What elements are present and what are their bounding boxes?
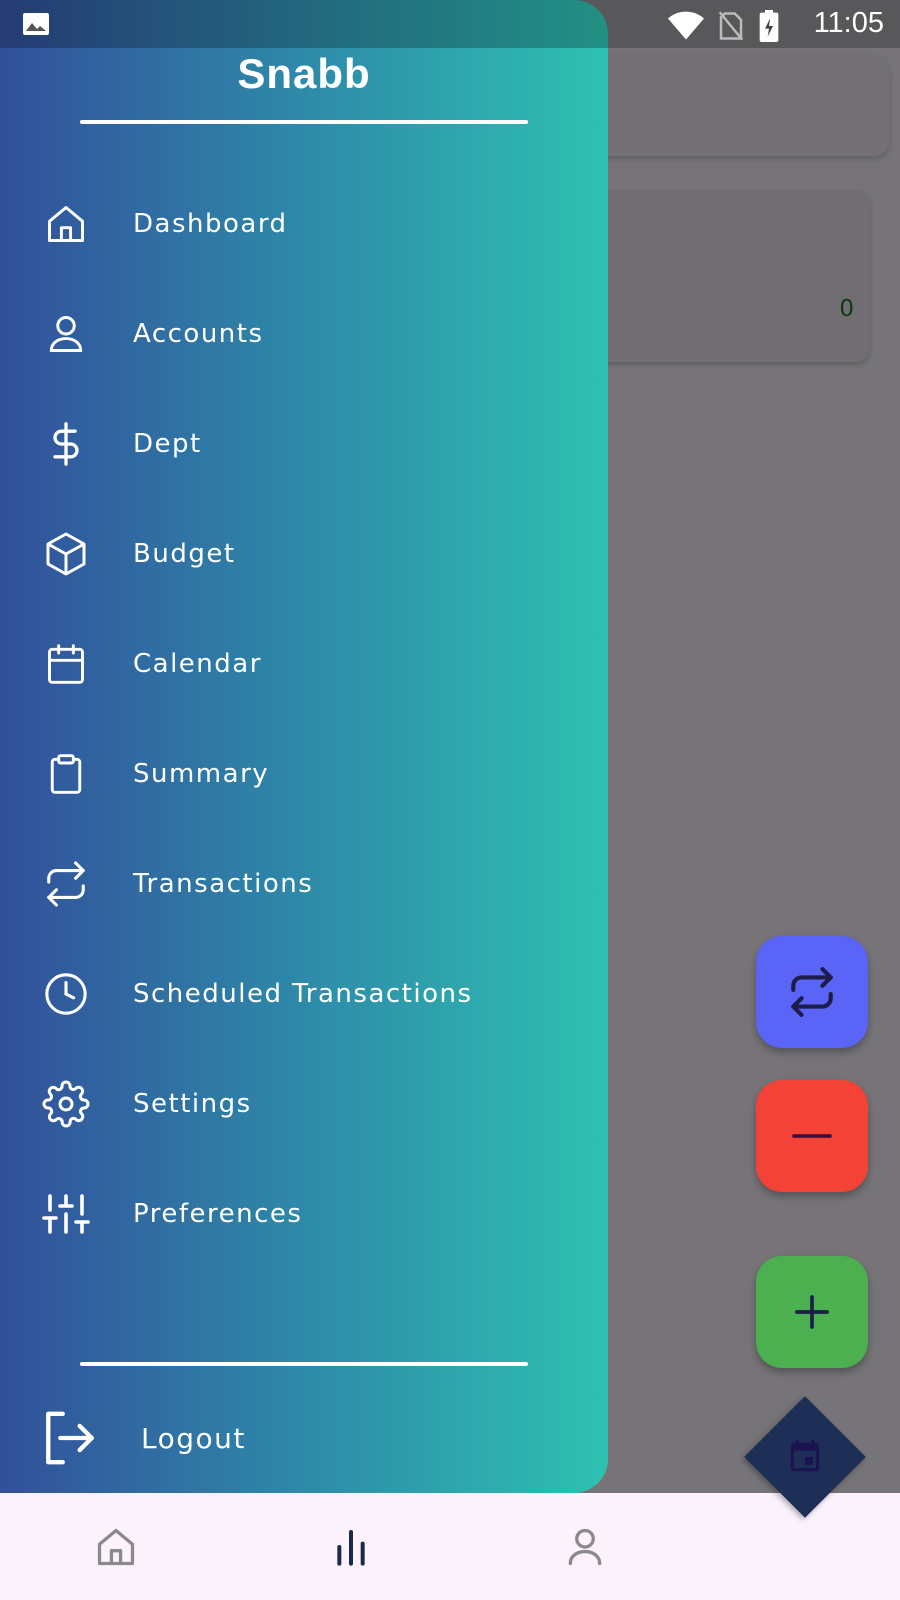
nav-label: Preferences xyxy=(133,1199,303,1229)
nav-label: Settings xyxy=(133,1089,252,1119)
logout-button[interactable]: Logout xyxy=(0,1382,608,1494)
nav-label: Scheduled Transactions xyxy=(133,979,473,1009)
nav-label: Dept xyxy=(133,429,202,459)
nav-label: Budget xyxy=(133,539,236,569)
nav-label: Accounts xyxy=(133,319,264,349)
person-icon xyxy=(568,1528,602,1566)
wifi-icon xyxy=(668,11,704,41)
calendar-icon xyxy=(40,638,92,690)
nav-item-summary[interactable]: Summary xyxy=(0,718,608,830)
nav-item-accounts[interactable]: Accounts xyxy=(0,278,608,390)
navigation-drawer: Snabb Dashboard Accounts Dept Budget Cal… xyxy=(0,0,608,1493)
transfer-button[interactable] xyxy=(756,936,868,1048)
home-icon xyxy=(97,1528,135,1566)
plus-icon xyxy=(795,1295,829,1329)
bottom-nav-home[interactable] xyxy=(92,1523,140,1571)
nav-item-scheduled-transactions[interactable]: Scheduled Transactions xyxy=(0,938,608,1050)
bottom-navigation xyxy=(0,1493,900,1600)
event-icon xyxy=(790,1439,820,1472)
nav-label: Calendar xyxy=(133,649,262,679)
nav-item-settings[interactable]: Settings xyxy=(0,1048,608,1160)
gear-icon xyxy=(40,1078,92,1130)
add-expense-button[interactable] xyxy=(756,1080,868,1192)
divider xyxy=(80,120,528,124)
bottom-nav-stats[interactable] xyxy=(327,1523,375,1571)
person-icon xyxy=(40,308,92,360)
no-sim-icon xyxy=(718,11,744,41)
nav-item-calendar[interactable]: Calendar xyxy=(0,608,608,720)
logout-icon xyxy=(40,1408,100,1468)
add-income-button[interactable] xyxy=(756,1256,868,1368)
nav-item-dept[interactable]: Dept xyxy=(0,388,608,500)
bar-chart-icon xyxy=(337,1530,365,1566)
status-time: 11:05 xyxy=(813,7,884,39)
status-bar: 11:05 xyxy=(0,0,900,48)
dollar-icon xyxy=(40,418,92,470)
repeat-icon xyxy=(40,858,92,910)
divider xyxy=(80,1362,528,1366)
nav-item-transactions[interactable]: Transactions xyxy=(0,828,608,940)
home-icon xyxy=(40,198,92,250)
battery-icon xyxy=(758,10,780,42)
app-title: Snabb xyxy=(237,50,371,97)
clipboard-icon xyxy=(40,748,92,800)
repeat-icon xyxy=(791,967,833,1017)
box-icon xyxy=(40,528,92,580)
nav-label: Dashboard xyxy=(133,209,288,239)
nav-item-preferences[interactable]: Preferences xyxy=(0,1158,608,1270)
nav-label: Summary xyxy=(133,759,270,789)
nav-item-dashboard[interactable]: Dashboard xyxy=(0,168,608,280)
sliders-icon xyxy=(40,1188,92,1240)
image-notification-icon xyxy=(22,12,50,36)
nav-label: Transactions xyxy=(133,869,314,899)
minus-icon xyxy=(792,1134,832,1138)
nav-item-budget[interactable]: Budget xyxy=(0,498,608,610)
clock-icon xyxy=(40,968,92,1020)
logout-label: Logout xyxy=(141,1421,246,1455)
bottom-nav-profile[interactable] xyxy=(561,1523,609,1571)
